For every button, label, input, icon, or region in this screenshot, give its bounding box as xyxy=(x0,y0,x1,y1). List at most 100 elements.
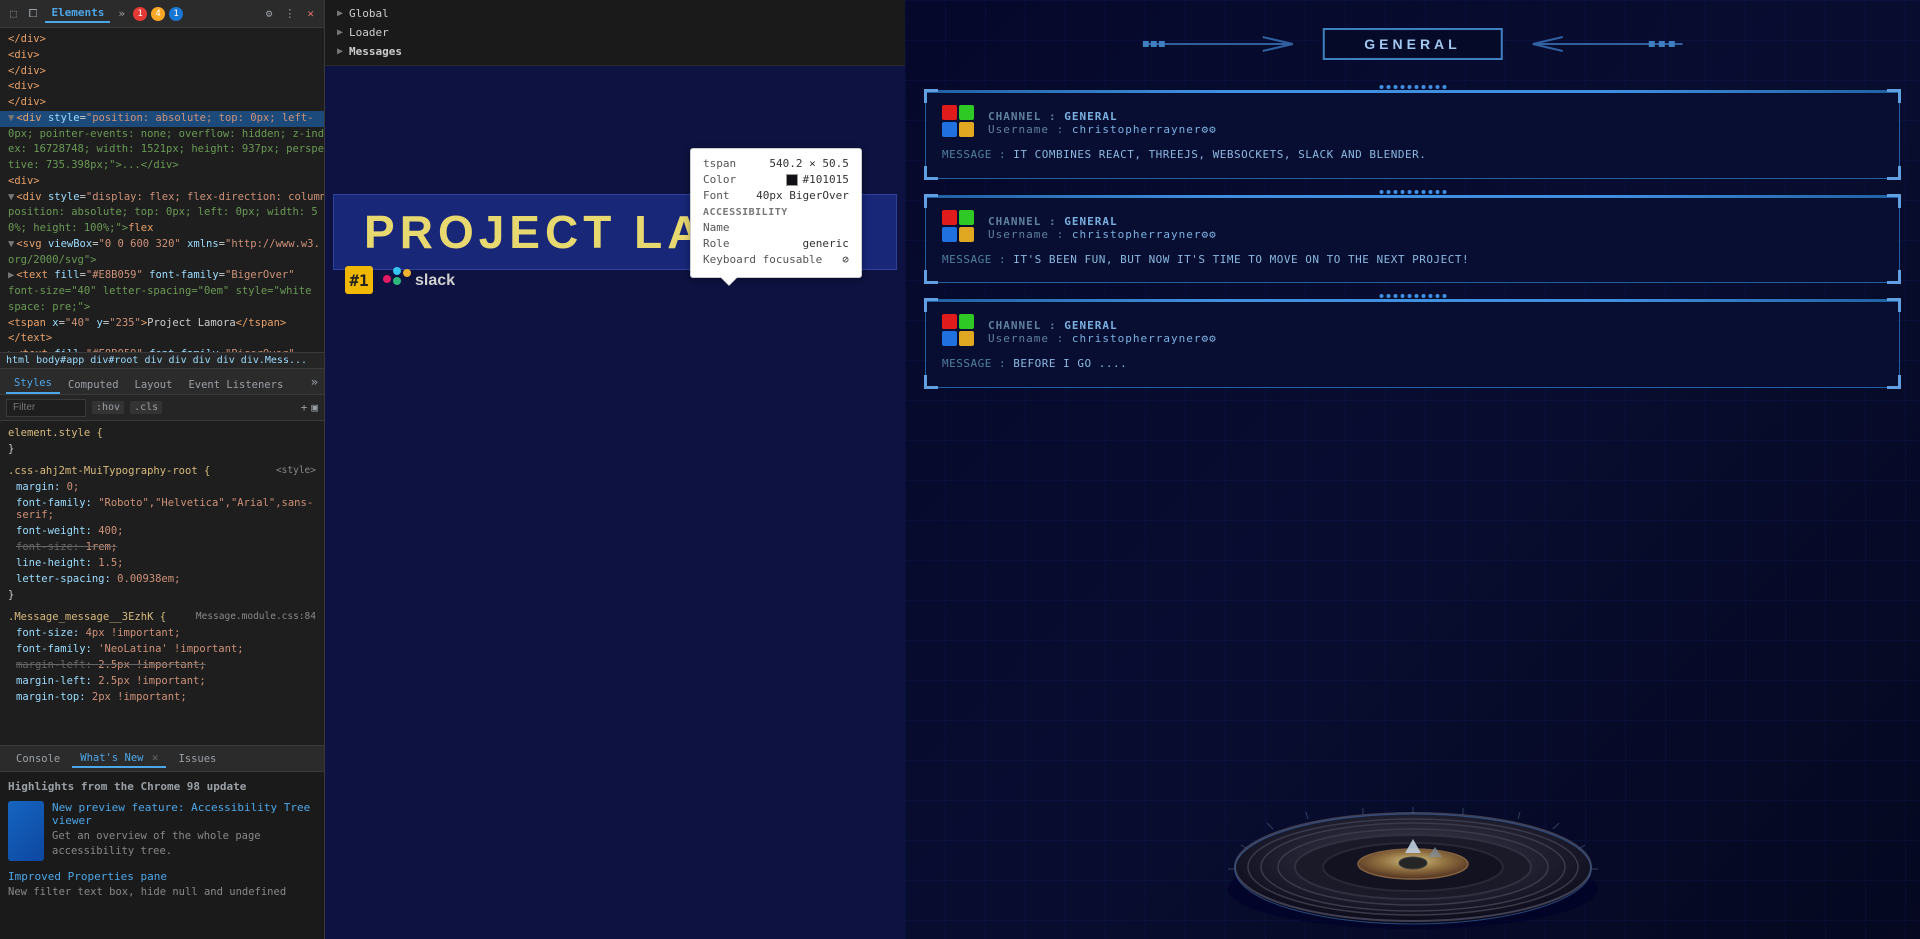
style-rule-typography: .css-ahj2mt-MuiTypography-root { <style>… xyxy=(0,463,324,603)
style-prop-lineheight: line-height: 1.5; xyxy=(0,555,324,571)
close-icon[interactable]: ✕ xyxy=(303,5,318,22)
tooltip-color-row: Color #101015 xyxy=(703,173,849,186)
corner-tl-0 xyxy=(924,89,938,103)
tree-line[interactable]: <div> xyxy=(0,79,324,95)
tree-line[interactable]: font-size="40" letter-spacing="0em" styl… xyxy=(0,284,324,300)
tab-computed[interactable]: Computed xyxy=(60,376,127,394)
tree-line[interactable]: </div> xyxy=(0,64,324,80)
whatsnew-title-accessibility[interactable]: New preview feature: Accessibility Tree … xyxy=(52,801,316,827)
nav-messages[interactable]: ▶ Messages xyxy=(325,42,905,61)
tree-line[interactable]: 0%; height: 100%;">flex xyxy=(0,221,324,237)
corner-tr-1 xyxy=(1887,194,1901,208)
style-selector: element.style { xyxy=(0,425,324,441)
device-icon[interactable]: ⧠ xyxy=(25,5,42,23)
tab-whatsnew[interactable]: What's New ✕ xyxy=(72,749,166,768)
tooltip-tail xyxy=(721,277,737,285)
tree-line[interactable]: </div> xyxy=(0,32,324,48)
card-dots-1 xyxy=(1379,190,1446,194)
tooltip-font-value: 40px BigerOver xyxy=(756,189,849,202)
element-tooltip: tspan 540.2 × 50.5 Color #101015 Font 40… xyxy=(690,148,862,278)
corner-bl-2 xyxy=(924,375,938,389)
more-options-icon[interactable]: ⋮ xyxy=(280,5,299,22)
elements-tab[interactable]: Elements xyxy=(45,4,110,23)
corner-br-0 xyxy=(1887,166,1901,180)
filter-bar: :hov .cls + ▣ xyxy=(0,395,324,421)
tree-line[interactable]: space: pre;"> xyxy=(0,300,324,316)
nav-global[interactable]: ▶ Global xyxy=(325,4,905,23)
tooltip-element-row: tspan 540.2 × 50.5 xyxy=(703,157,849,170)
tooltip-name-row: Name xyxy=(703,221,849,234)
style-prop-fontsize-strikethrough: font-size: 1rem; xyxy=(0,539,324,555)
computed-style-icon[interactable]: ▣ xyxy=(311,401,318,414)
whatsnew-link-accessibility[interactable]: New preview feature: Accessibility Tree … xyxy=(52,801,310,827)
devtools-toolbar: ⬚ ⧠ Elements » 1 4 1 ⚙ ⋮ ✕ xyxy=(0,0,324,28)
tree-line[interactable]: tive: 735.398px;">...</div> xyxy=(0,158,324,174)
tree-line[interactable]: <div> xyxy=(0,48,324,64)
corner-tr-0 xyxy=(1887,89,1901,103)
style-prop-msg-marginleft1: margin-left: 2.5px !important; xyxy=(0,657,324,673)
style-tabs: Styles Computed Layout Event Listeners » xyxy=(0,369,324,395)
tooltip-font-row: Font 40px BigerOver xyxy=(703,189,849,202)
tree-line[interactable]: ▼<svg viewBox="0 0 600 320" xmlns="http:… xyxy=(0,237,324,253)
nav-loader[interactable]: ▶ Loader xyxy=(325,23,905,42)
tree-line[interactable]: </div> xyxy=(0,95,324,111)
whatsnew-item-text: New preview feature: Accessibility Tree … xyxy=(52,801,316,858)
style-prop-msg-fontsize: font-size: 4px !important; xyxy=(0,625,324,641)
tree-line[interactable]: org/2000/svg"> xyxy=(0,253,324,269)
chat-cards: Channel : general Username : christopher… xyxy=(925,90,1900,404)
whatsnew-link-properties[interactable]: Improved Properties pane xyxy=(8,870,167,883)
style-prop-msg-fontfamily: font-family: 'NeoLatina' !important; xyxy=(0,641,324,657)
corner-bl-0 xyxy=(924,166,938,180)
tree-line[interactable]: position: absolute; top: 0px; left: 0px;… xyxy=(0,205,324,221)
tooltip-element-label: tspan xyxy=(703,157,736,170)
styles-content: element.style { } .css-ahj2mt-MuiTypogra… xyxy=(0,421,324,745)
more-style-tabs-icon[interactable]: » xyxy=(311,375,318,389)
slack-logo: slack xyxy=(383,267,455,293)
nav-arrow-loader: ▶ xyxy=(337,27,343,38)
tooltip-role-row: Role generic xyxy=(703,237,849,250)
bottom-content: Highlights from the Chrome 98 update New… xyxy=(0,771,324,939)
style-rule-element: element.style { } xyxy=(0,425,324,457)
whatsnew-desc-accessibility: Get an overview of the whole page access… xyxy=(52,829,316,858)
whatsnew-title-properties[interactable]: Improved Properties pane xyxy=(8,870,316,883)
card-message-2: Message : Before I go .... xyxy=(942,356,1883,373)
corner-tl-2 xyxy=(924,298,938,312)
tree-line[interactable]: ▶<text fill="#E8B059" font-family="Biger… xyxy=(0,268,324,284)
tab-styles[interactable]: Styles xyxy=(6,374,60,394)
svg-text:slack: slack xyxy=(415,272,455,289)
tab-layout[interactable]: Layout xyxy=(127,376,181,394)
filter-hover-tag[interactable]: :hov xyxy=(92,401,124,414)
tree-line-selected[interactable]: ▼<div style="position: absolute; top: 0p… xyxy=(0,111,324,127)
card-meta-1: Channel : general Username : christopher… xyxy=(988,215,1883,241)
style-prop-fontfamily: font-family: "Roboto","Helvetica","Arial… xyxy=(0,495,324,523)
style-selector-message: .Message_message__3EzhK { Message.module… xyxy=(0,609,324,625)
filter-input[interactable] xyxy=(6,399,86,417)
general-title: GENERAL xyxy=(1322,28,1502,60)
style-rule-message: .Message_message__3EzhK { Message.module… xyxy=(0,609,324,705)
more-tabs-icon[interactable]: » xyxy=(114,5,129,22)
settings-icon[interactable]: ⚙ xyxy=(262,5,277,22)
breadcrumb: html body#app div#root div div div div d… xyxy=(0,352,324,369)
tree-line[interactable]: </text> xyxy=(0,331,324,347)
slack-avatar-1 xyxy=(942,210,978,246)
tooltip-color-label: Color xyxy=(703,173,736,186)
tree-line[interactable]: 0px; pointer-events: none; overflow: hid… xyxy=(0,127,324,143)
add-style-icon[interactable]: + xyxy=(301,401,308,414)
whatsnew-close-icon[interactable]: ✕ xyxy=(152,751,159,764)
tree-line[interactable]: <tspan x="40" y="235">Project Lamora</ts… xyxy=(0,316,324,332)
tree-line[interactable]: ▼<div style="display: flex; flex-directi… xyxy=(0,190,324,206)
tab-event-listeners[interactable]: Event Listeners xyxy=(180,376,291,394)
tooltip-keyboard-icon: ⊘ xyxy=(842,253,849,266)
tooltip-keyboard-row: Keyboard focusable ⊘ xyxy=(703,253,849,266)
tree-line[interactable]: ex: 16728748; width: 1521px; height: 937… xyxy=(0,142,324,158)
tree-line[interactable]: <div> xyxy=(0,174,324,190)
inspect-icon[interactable]: ⬚ xyxy=(6,5,21,22)
tab-console[interactable]: Console xyxy=(8,751,68,767)
nav-arrow-messages: ▶ xyxy=(337,46,343,57)
devtools-panel: ⬚ ⧠ Elements » 1 4 1 ⚙ ⋮ ✕ </div> <div> … xyxy=(0,0,325,939)
chat-card-1: Channel : general Username : christopher… xyxy=(925,195,1900,284)
app-content: tspan 540.2 × 50.5 Color #101015 Font 40… xyxy=(325,66,905,939)
filter-cls-tag[interactable]: .cls xyxy=(130,401,162,414)
tooltip-font-label: Font xyxy=(703,189,730,202)
tab-issues[interactable]: Issues xyxy=(170,751,224,767)
